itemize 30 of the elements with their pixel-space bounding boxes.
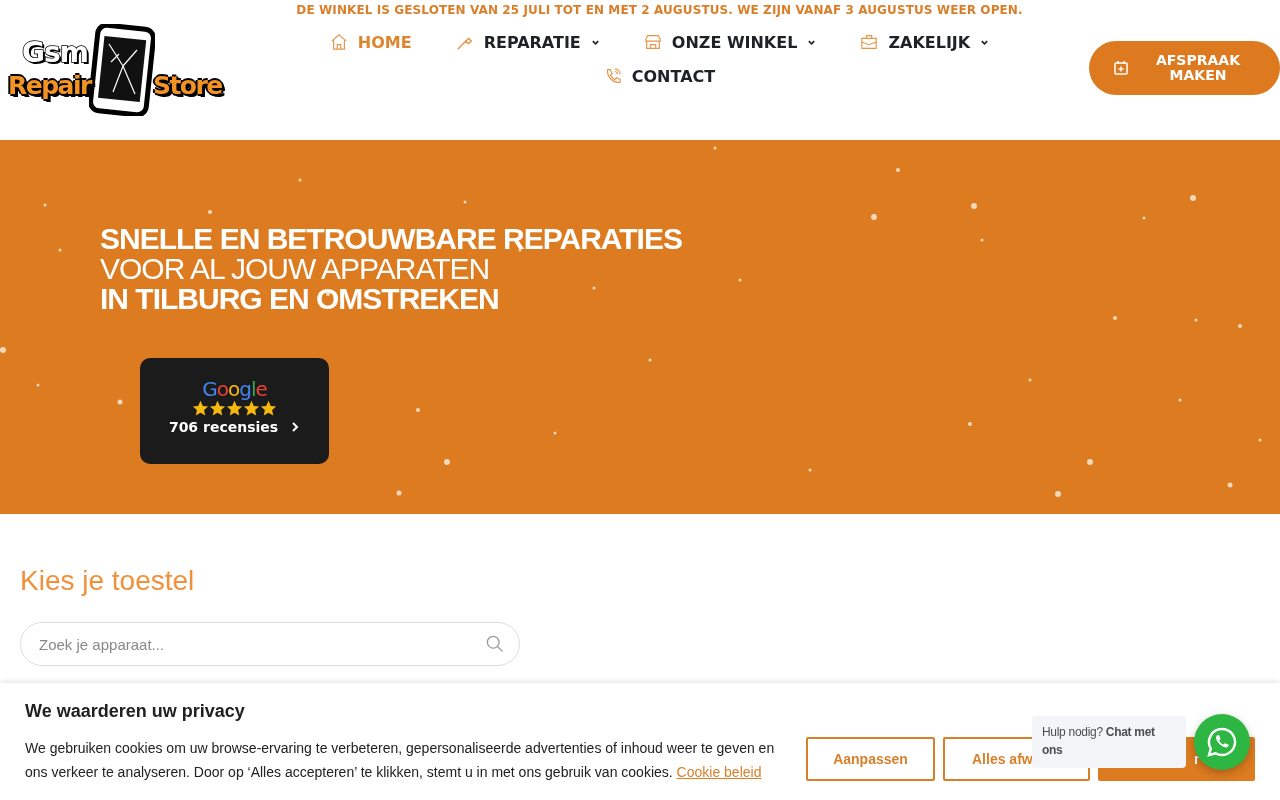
nav-link[interactable]: CONTACT	[603, 65, 716, 87]
logo-text: Store	[152, 70, 222, 100]
nav-link[interactable]: REPARATIE	[455, 31, 600, 53]
closure-notice: DE WINKEL IS GESLOTEN VAN 25 JULI TOT EN MET 2 AUGUSTUS. WE ZIJN VANAF 3 AUGUSTUS WEER OPEN.	[296, 3, 1023, 17]
cookie-title: We waarderen uw privacy	[25, 701, 246, 722]
star-icon	[209, 400, 226, 417]
star-icon	[192, 400, 209, 417]
review-card[interactable]: Google 706 recensies	[140, 358, 329, 464]
store-icon	[643, 33, 662, 51]
review-count: 706 recensies	[168, 419, 279, 435]
hero-heading: IN TILBURG EN OMSTREKEN	[100, 284, 500, 314]
search-field[interactable]: Zoek je apparaat...	[20, 622, 520, 666]
cookie-text: We gebruiken cookies om uw browse-ervaring te verbeteren, gepersonaliseerde advertenties of inhoud weer te geven en ons verkeer te analyseren. Door op ‘Alles accepteren’ te klikken, stemt u in met ons gebruik van cookies. Cookie beleid	[25, 739, 776, 782]
nav-link[interactable]: ONZE WINKEL	[643, 31, 817, 53]
star-icon	[226, 400, 243, 417]
hero-heading: SNELLE EN BETROUWBARE REPARATIES	[100, 224, 683, 254]
star-icon	[243, 400, 260, 417]
section-title: Kies je toestel	[20, 564, 196, 598]
chevron-right-icon	[290, 421, 301, 433]
chat-tooltip[interactable]: Hulp nodig? Chat met ons	[1032, 716, 1186, 768]
star-icon	[260, 400, 277, 417]
briefcase-icon	[860, 33, 879, 51]
hero-heading: VOOR AL JOUW APPARATEN	[100, 254, 491, 284]
whatsapp-icon	[1206, 726, 1238, 758]
calendar-plus-icon	[1113, 60, 1129, 76]
logo-text: Gsm	[22, 36, 88, 69]
nav-link[interactable]: ZAKELIJK	[860, 31, 990, 53]
home-icon	[329, 33, 348, 51]
google-wordmark: Google	[202, 378, 267, 400]
search-icon	[486, 635, 504, 653]
